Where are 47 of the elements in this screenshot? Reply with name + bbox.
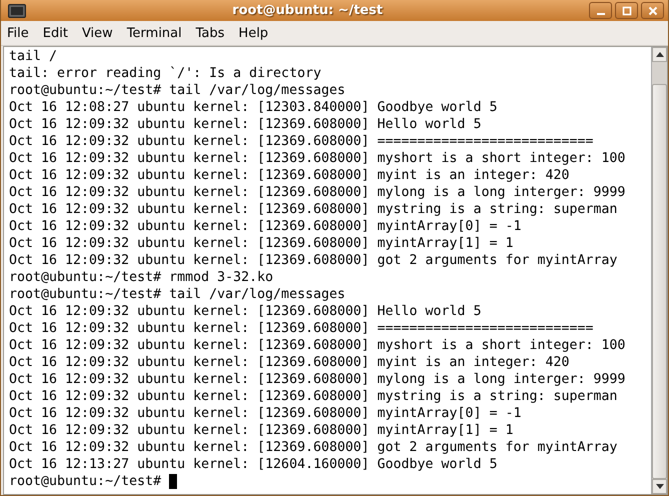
terminal-line: Oct 16 12:09:32 ubuntu kernel: [12369.608000] myint is an integer: 420 [9, 167, 570, 184]
terminal-line: Oct 16 12:09:32 ubuntu kernel: [12369.608000] mylong is a long interger: 9999 [9, 184, 626, 201]
minimize-icon [596, 12, 604, 14]
close-button[interactable] [641, 2, 664, 19]
terminal-line: Oct 16 12:08:27 ubuntu kernel: [12303.840000] Goodbye world 5 [9, 99, 498, 116]
up-arrow-icon [656, 52, 664, 57]
terminal-line: root@ubuntu:~/test# tail /var/log/messages [9, 82, 346, 99]
scroll-thumb[interactable] [652, 84, 667, 479]
terminal-line: tail: error reading `/': Is a directory [9, 65, 322, 82]
terminal-line: Oct 16 12:09:32 ubuntu kernel: [12369.608000] mystring is a string: superman [9, 201, 618, 218]
menu-item[interactable]: File [7, 26, 29, 40]
terminal-line: Oct 16 12:09:32 ubuntu kernel: [12369.608000] Hello world 5 [9, 116, 482, 133]
terminal-line: Oct 16 12:09:32 ubuntu kernel: [12369.608000] got 2 arguments for myintArray [9, 439, 618, 456]
maximize-button[interactable] [615, 2, 638, 19]
terminal-icon [8, 4, 26, 18]
terminal-prompt: root@ubuntu:~/test# [9, 473, 162, 490]
terminal-line: Oct 16 12:09:32 ubuntu kernel: [12369.608000] myintArray[0] = -1 [9, 218, 522, 235]
scrollbar[interactable] [651, 47, 667, 494]
scroll-down-button[interactable] [652, 479, 667, 494]
menu-item[interactable]: Terminal [126, 26, 182, 40]
terminal-line: Oct 16 12:09:32 ubuntu kernel: [12369.608000] myintArray[1] = 1 [9, 422, 514, 439]
menu-item[interactable]: View [82, 26, 113, 40]
terminal-line: Oct 16 12:09:32 ubuntu kernel: [12369.608000] mystring is a string: superman [9, 388, 618, 405]
minimize-button[interactable] [589, 2, 612, 19]
terminal-line: root@ubuntu:~/test# tail /var/log/messages [9, 286, 346, 303]
menu-item[interactable]: Help [238, 26, 268, 40]
terminal-line: Oct 16 12:13:27 ubuntu kernel: [12604.160000] Goodbye world 5 [9, 456, 498, 473]
terminal-line: Oct 16 12:09:32 ubuntu kernel: [12369.608000] myshort is a short integer: 100 [9, 150, 626, 167]
menu-item[interactable]: Edit [42, 26, 68, 40]
scroll-up-button[interactable] [652, 47, 667, 62]
terminal-line: Oct 16 12:09:32 ubuntu kernel: [12369.608000] myint is an integer: 420 [9, 354, 570, 371]
maximize-icon [622, 6, 632, 16]
terminal-line: Oct 16 12:09:32 ubuntu kernel: [12369.608000] =========================== [9, 320, 594, 337]
terminal-line: tail / [9, 48, 58, 65]
terminal-line: Oct 16 12:09:32 ubuntu kernel: [12369.608000] Hello world 5 [9, 303, 482, 320]
terminal-line: Oct 16 12:09:32 ubuntu kernel: [12369.608000] myintArray[1] = 1 [9, 235, 514, 252]
terminal-line: Oct 16 12:09:32 ubuntu kernel: [12369.608000] mylong is a long interger: 9999 [9, 371, 626, 388]
terminal-line: Oct 16 12:09:32 ubuntu kernel: [12369.608000] got 2 arguments for myintArray [9, 252, 618, 269]
close-icon [648, 6, 658, 16]
text-cursor [169, 474, 178, 489]
terminal-line: Oct 16 12:09:32 ubuntu kernel: [12369.608000] myintArray[0] = -1 [9, 405, 522, 422]
terminal-line: root@ubuntu:~/test# rmmod 3-32.ko [9, 269, 274, 286]
terminal-line: Oct 16 12:09:32 ubuntu kernel: [12369.608000] =========================== [9, 133, 594, 150]
down-arrow-icon [656, 484, 664, 489]
terminal-line: Oct 16 12:09:32 ubuntu kernel: [12369.608000] myshort is a short integer: 100 [9, 337, 626, 354]
menu-item[interactable]: Tabs [196, 26, 225, 40]
window-title: root@ubuntu: ~/test [231, 3, 384, 18]
